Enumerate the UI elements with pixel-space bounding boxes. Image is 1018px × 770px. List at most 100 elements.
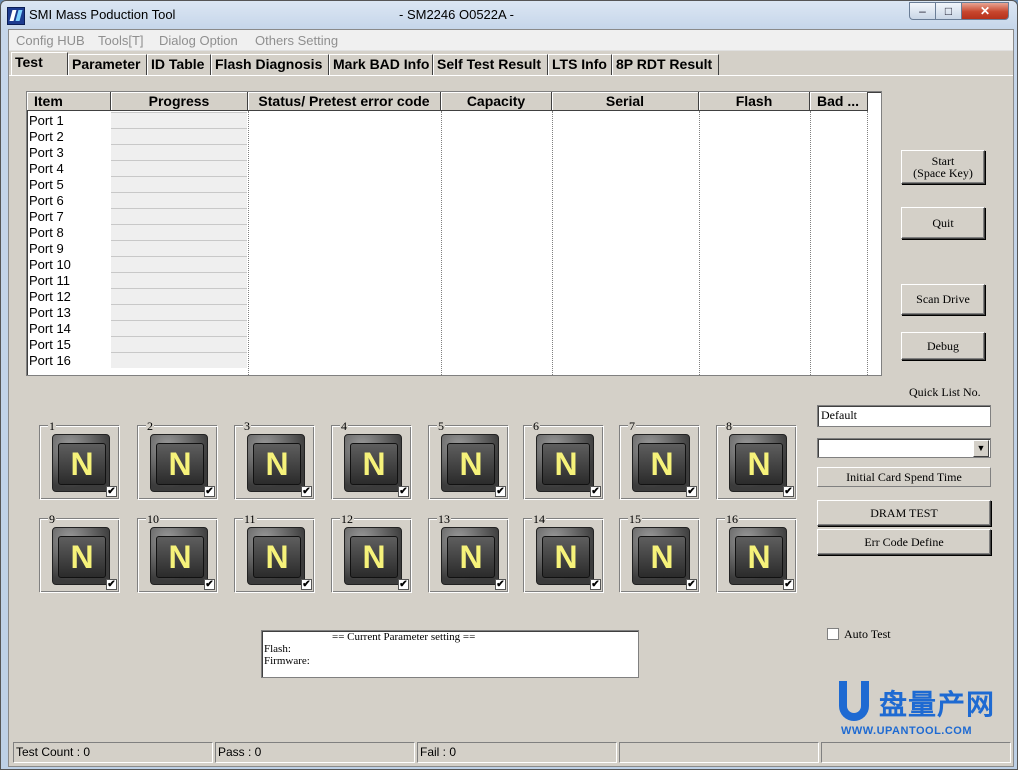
initial-card-spend-time: Initial Card Spend Time [817,467,991,487]
port-tile[interactable]: 9 N ✔ [40,512,120,593]
grid-row-item[interactable]: Port 9 [29,241,64,256]
grid-row-item[interactable]: Port 8 [29,225,64,240]
grid-row-item[interactable]: Port 4 [29,161,64,176]
port-number: 13 [437,512,451,527]
column-header-capacity[interactable]: Capacity [441,92,552,111]
port-status-grid[interactable]: Item Progress Status/ Pretest error code… [26,91,882,376]
quick-list-dropdown[interactable]: ▼ [817,438,991,458]
port-enable-checkbox[interactable]: ✔ [590,579,601,590]
port-tile[interactable]: 11 N ✔ [235,512,315,593]
grid-row-item[interactable]: Port 6 [29,193,64,208]
port-enable-checkbox[interactable]: ✔ [204,486,215,497]
drive-status-icon: N [632,434,690,492]
tab-lts-info[interactable]: LTS Info [548,54,612,75]
menu-config-hub[interactable]: Config HUB [16,33,85,48]
port-enable-checkbox[interactable]: ✔ [783,486,794,497]
port-tile[interactable]: 1 N ✔ [40,419,120,500]
port-status-letter: N [253,536,301,578]
tab-self-test-result[interactable]: Self Test Result [433,54,548,75]
port-status-letter: N [447,536,495,578]
tab-flash-diagnosis[interactable]: Flash Diagnosis [211,54,329,75]
port-enable-checkbox[interactable]: ✔ [398,579,409,590]
port-tile[interactable]: 13 N ✔ [429,512,509,593]
dram-test-button[interactable]: DRAM TEST [817,500,991,526]
port-enable-checkbox[interactable]: ✔ [301,579,312,590]
drive-status-icon: N [247,527,305,585]
grid-row-item[interactable]: Port 3 [29,145,64,160]
grid-row-item[interactable]: Port 5 [29,177,64,192]
tab-strip: Test Parameter ID Table Flash Diagnosis … [9,52,1013,76]
menu-tools[interactable]: Tools[T] [98,33,144,48]
port-enable-checkbox[interactable]: ✔ [204,579,215,590]
port-tile[interactable]: 16 N ✔ [717,512,797,593]
port-tile[interactable]: 15 N ✔ [620,512,700,593]
tab-id-table[interactable]: ID Table [147,54,211,75]
start-button[interactable]: Start (Space Key) [901,150,985,184]
scan-drive-button[interactable]: Scan Drive [901,284,985,315]
port-tile[interactable]: 7 N ✔ [620,419,700,500]
minimize-button[interactable]: – [909,2,936,20]
maximize-button[interactable]: □ [935,2,962,20]
tab-test[interactable]: Test [11,52,68,76]
port-status-letter: N [58,443,106,485]
port-tile[interactable]: 3 N ✔ [235,419,315,500]
auto-test-checkbox[interactable] [827,628,839,640]
grid-row-item[interactable]: Port 10 [29,257,71,272]
column-header-serial[interactable]: Serial [552,92,699,111]
port-tile[interactable]: 14 N ✔ [524,512,604,593]
progress-bar [111,144,247,160]
progress-bar [111,224,247,240]
port-tile[interactable]: 10 N ✔ [138,512,218,593]
port-enable-checkbox[interactable]: ✔ [590,486,601,497]
port-tile[interactable]: 2 N ✔ [138,419,218,500]
tab-parameter[interactable]: Parameter [68,54,147,75]
port-number: 9 [48,512,56,527]
grid-row-item[interactable]: Port 16 [29,353,71,368]
close-button[interactable]: ✕ [961,2,1009,20]
grid-row-item[interactable]: Port 14 [29,321,71,336]
column-header-flash[interactable]: Flash [699,92,810,111]
grid-row-item[interactable]: Port 15 [29,337,71,352]
column-header-progress[interactable]: Progress [111,92,248,111]
port-enable-checkbox[interactable]: ✔ [495,486,506,497]
port-enable-checkbox[interactable]: ✔ [106,579,117,590]
port-number: 8 [725,419,733,434]
grid-row-item[interactable]: Port 11 [29,273,70,288]
column-header-item[interactable]: Item [27,92,111,111]
chevron-down-icon[interactable]: ▼ [973,440,989,457]
column-header-bad[interactable]: Bad ... [810,92,868,111]
menu-dialog-option[interactable]: Dialog Option [159,33,238,48]
port-tile[interactable]: 12 N ✔ [332,512,412,593]
tab-8p-rdt-result[interactable]: 8P RDT Result [612,54,719,75]
port-status-letter: N [735,536,783,578]
column-divider [552,111,553,375]
port-tile[interactable]: 4 N ✔ [332,419,412,500]
quit-button[interactable]: Quit [901,207,985,239]
column-header-status[interactable]: Status/ Pretest error code [248,92,441,111]
tab-mark-bad-info[interactable]: Mark BAD Info [329,54,433,75]
port-tile[interactable]: 6 N ✔ [524,419,604,500]
progress-bar [111,176,247,192]
status-bar: Test Count : 0 Pass : 0 Fail : 0 [9,741,1013,765]
window-center-title: - SM2246 O0522A - [399,7,514,22]
err-code-define-button[interactable]: Err Code Define [817,529,991,555]
grid-row-item[interactable]: Port 13 [29,305,71,320]
port-enable-checkbox[interactable]: ✔ [106,486,117,497]
port-enable-checkbox[interactable]: ✔ [398,486,409,497]
quick-list-input[interactable]: Default [817,405,991,427]
debug-button[interactable]: Debug [901,332,985,360]
grid-row-item[interactable]: Port 2 [29,129,64,144]
port-enable-checkbox[interactable]: ✔ [301,486,312,497]
grid-row-item[interactable]: Port 1 [29,113,64,128]
port-enable-checkbox[interactable]: ✔ [686,486,697,497]
port-enable-checkbox[interactable]: ✔ [495,579,506,590]
port-tile[interactable]: 8 N ✔ [717,419,797,500]
grid-row-item[interactable]: Port 7 [29,209,64,224]
grid-row-item[interactable]: Port 12 [29,289,71,304]
drive-status-icon: N [536,527,594,585]
menu-others-setting[interactable]: Others Setting [255,33,338,48]
port-tile[interactable]: 5 N ✔ [429,419,509,500]
title-bar[interactable]: SMI Mass Poduction Tool - SM2246 O0522A … [1,1,1017,29]
port-enable-checkbox[interactable]: ✔ [686,579,697,590]
port-enable-checkbox[interactable]: ✔ [783,579,794,590]
